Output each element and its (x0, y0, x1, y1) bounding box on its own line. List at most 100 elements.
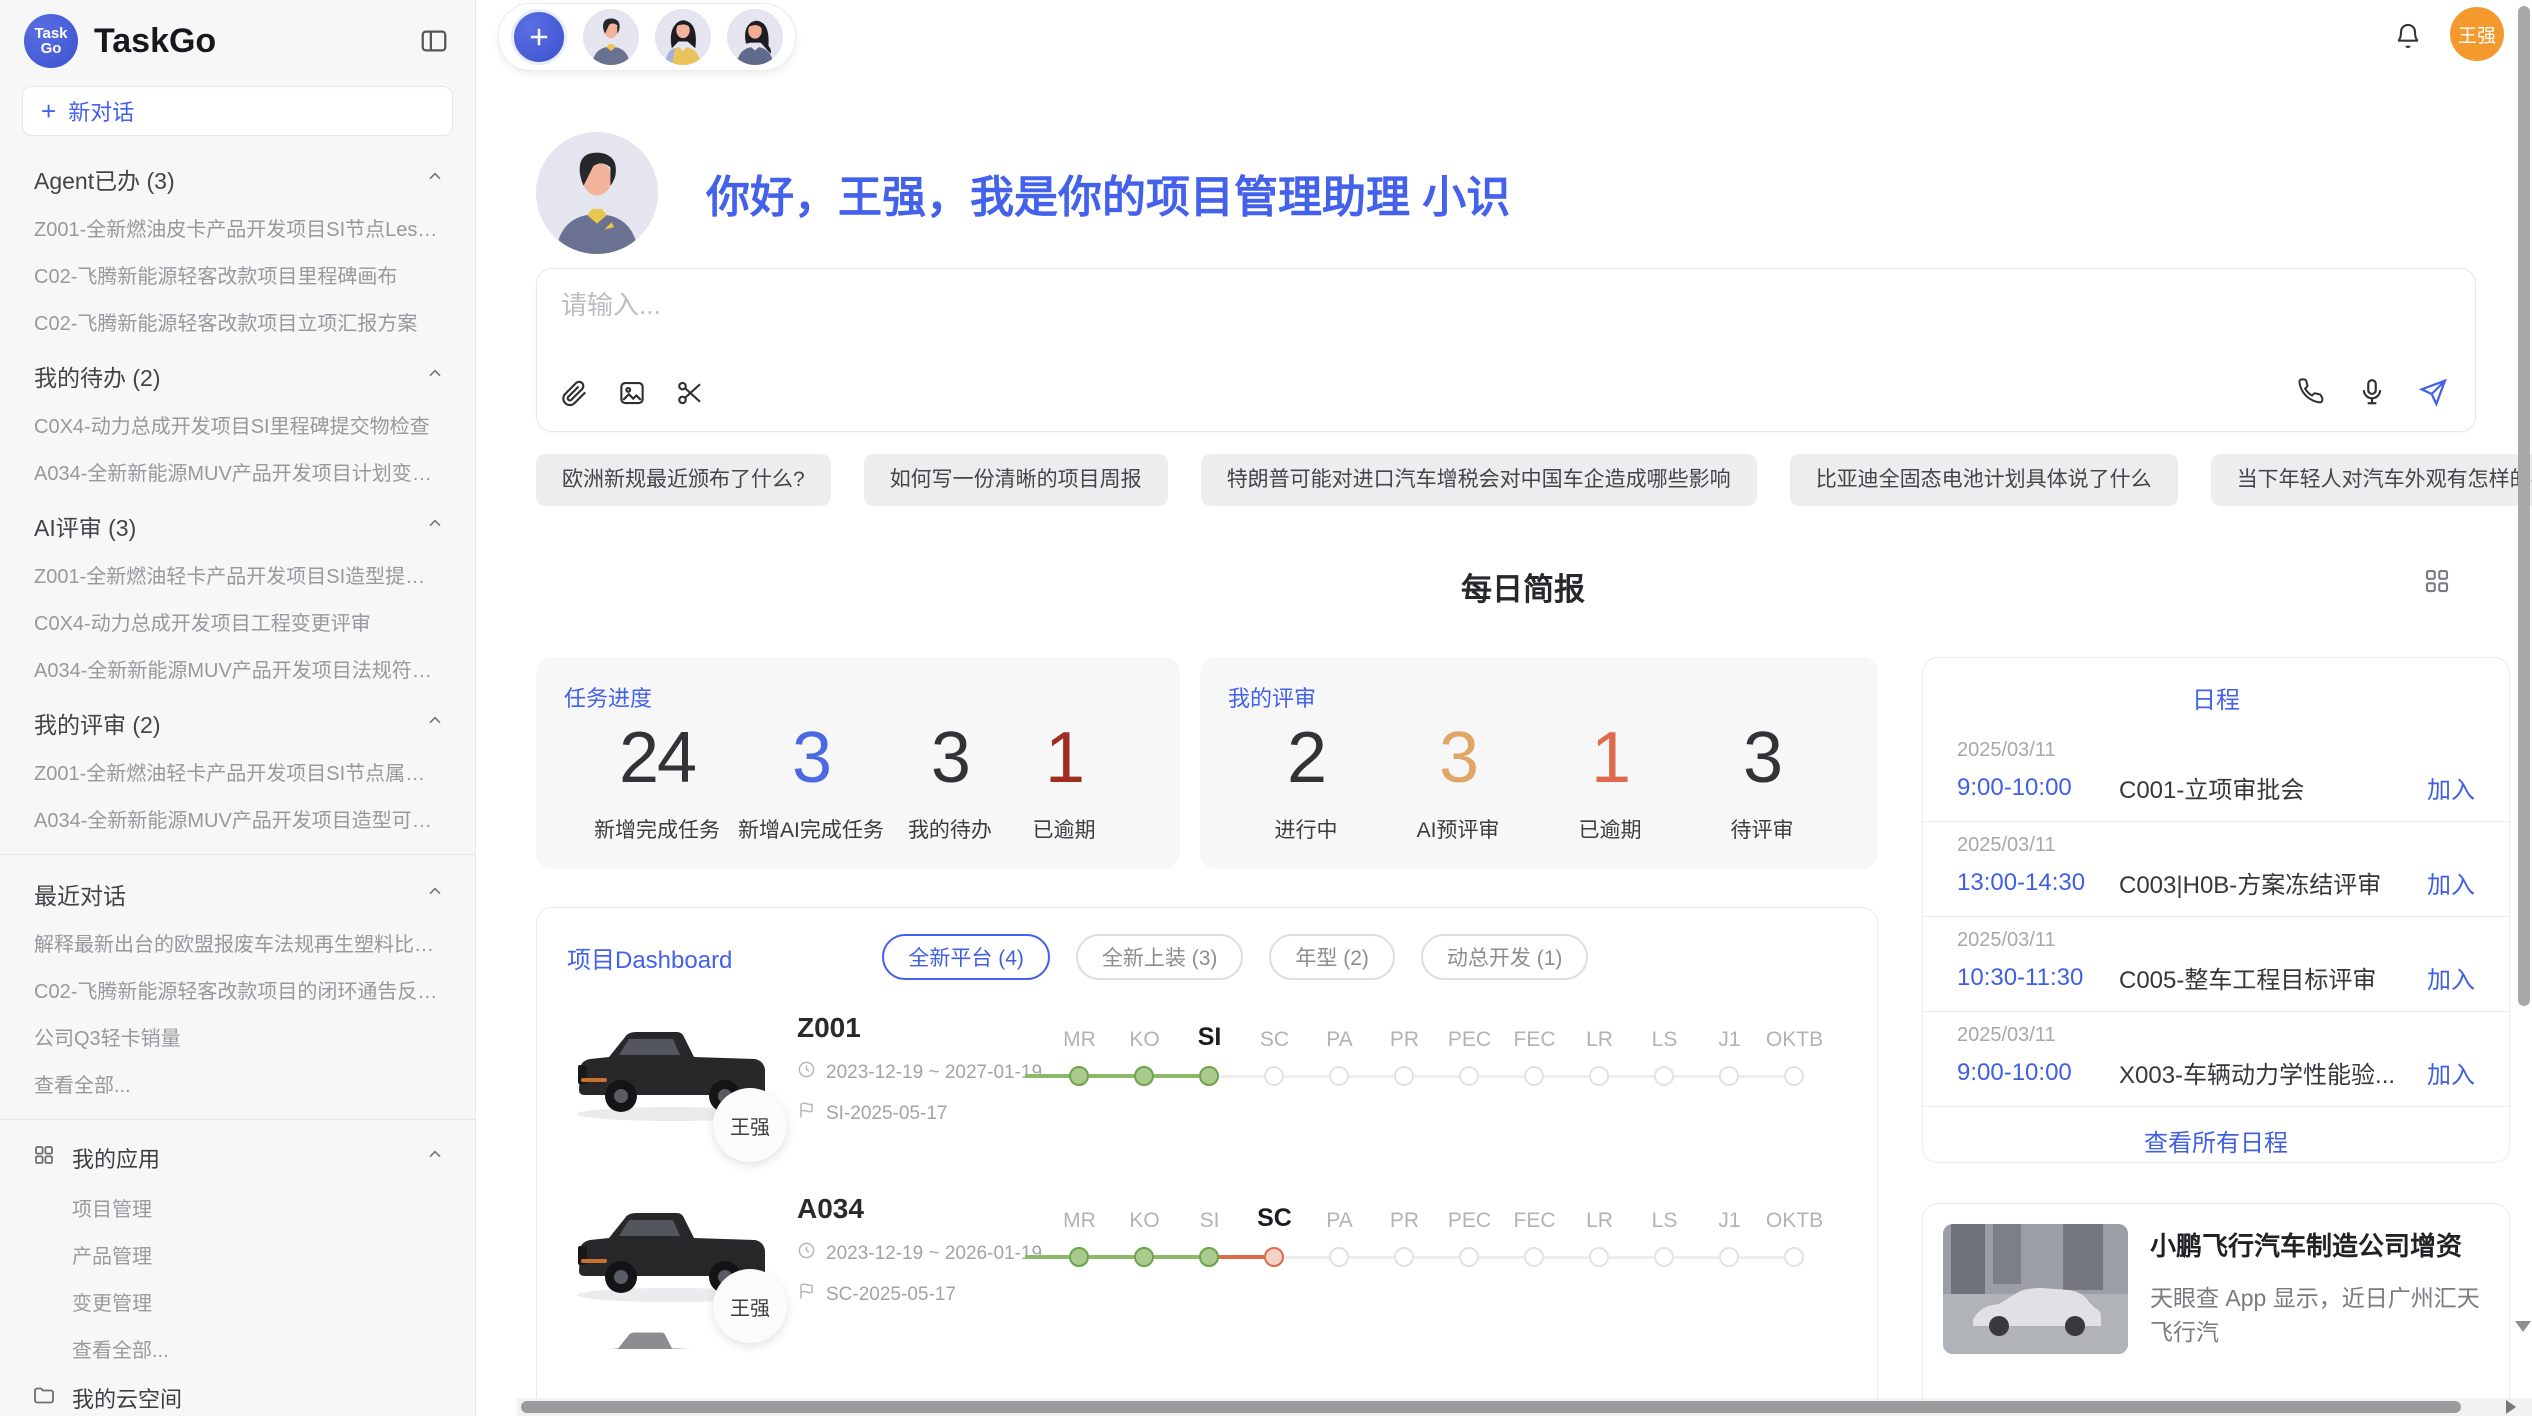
app-root: Task Go TaskGo + 新对话 Agent已办 (3) Z001-全新… (0, 0, 2532, 1416)
conversation-item[interactable]: 公司Q3轻卡销量 (0, 1013, 475, 1060)
stat: 3 新增AI完成任务 (738, 717, 884, 844)
milestone-dot (1199, 1247, 1219, 1267)
join-link[interactable]: 加入 (2413, 865, 2475, 900)
conversation-item[interactable]: A034-全新新能源MUV产品开发项目造型可行性评审 (0, 795, 475, 842)
filter-chip[interactable]: 动总开发 (1) (1421, 934, 1589, 980)
conversation-item[interactable]: 解释最新出台的欧盟报废车法规再生塑料比例被调至15%... (0, 919, 475, 966)
input-tools-left (559, 378, 705, 413)
vertical-scrollbar-thumb[interactable] (2518, 6, 2530, 1006)
folder-icon (32, 1383, 56, 1413)
news-excerpt: 天眼查 App 显示，近日广州汇天飞行汽 (2150, 1281, 2489, 1349)
scissors-icon[interactable] (675, 378, 705, 413)
milestone-dot (1459, 1066, 1479, 1086)
milestone-dot (1654, 1066, 1674, 1086)
scroll-right-arrow[interactable] (2506, 1400, 2516, 1414)
conversation-item[interactable]: C02-飞腾新能源轻客改款项目的闭环通告反馈情况 (0, 966, 475, 1013)
join-link[interactable]: 加入 (2413, 770, 2475, 805)
project-row[interactable]: 王强 A034 2023-12-19 ~ 2026-01-19 (567, 1189, 1847, 1334)
suggestion-chip[interactable]: 欧洲新规最近颁布了什么? (536, 454, 831, 506)
section-header-agent-done[interactable]: Agent已办 (3) (0, 152, 475, 204)
input-tools-right (2297, 376, 2449, 413)
milestone-label: OKTB (1762, 1199, 1827, 1233)
sidebar-item-product-mgmt[interactable]: 产品管理 (0, 1231, 475, 1278)
paperclip-icon[interactable] (559, 378, 589, 413)
milestone-label: MR (1047, 1199, 1112, 1233)
stat-label: 已逾期 (1016, 814, 1112, 844)
filter-chip[interactable]: 全新上装 (3) (1076, 934, 1244, 980)
send-icon[interactable] (2417, 376, 2449, 413)
horizontal-scrollbar-thumb[interactable] (521, 1401, 2461, 1413)
conversation-item[interactable]: A034-全新新能源MUV产品开发项目法规符合性评审 (0, 645, 475, 692)
avatar[interactable] (655, 9, 711, 65)
conversation-item[interactable]: Z001-全新燃油轻卡产品开发项目SI造型提交物评审 (0, 551, 475, 598)
news-title: 小鹏飞行汽车制造公司增资 (2150, 1226, 2489, 1263)
conversation-item[interactable]: C02-飞腾新能源轻客改款项目里程碑画布 (0, 251, 475, 298)
milestone-label: PEC (1437, 1018, 1502, 1052)
member-pill (498, 3, 796, 71)
join-link[interactable]: 加入 (2413, 960, 2475, 995)
suggestion-chip[interactable]: 特朗普可能对进口汽车增税会对中国车企造成哪些影响 (1201, 454, 1757, 506)
phone-icon[interactable] (2297, 377, 2327, 412)
chat-input[interactable] (559, 289, 2163, 322)
milestone-dot (1134, 1247, 1154, 1267)
conversation-item[interactable]: Z001-全新燃油轻卡产品开发项目SI节点属性5D文件评审 (0, 748, 475, 795)
project-row[interactable]: 王强 Z001 2023-12-19 ~ 2027-01-19 (567, 1008, 1847, 1153)
schedule-date: 2025/03/11 (1957, 834, 2475, 857)
suggestion-chip[interactable]: 比亚迪全固态电池计划具体说了什么 (1790, 454, 2178, 506)
milestone-label: LS (1632, 1018, 1697, 1052)
milestone-label: J1 (1697, 1199, 1762, 1233)
layout-grid-icon[interactable] (2422, 566, 2452, 601)
sidebar-item-change-mgmt[interactable]: 变更管理 (0, 1278, 475, 1325)
suggestion-chip[interactable]: 当下年轻人对汽车外观有怎样的喜好趋势 (2211, 454, 2532, 506)
section-title: AI评审 (3) (34, 509, 136, 543)
project-image: 王强 (567, 1008, 797, 1136)
milestone-dot (1654, 1247, 1674, 1267)
left-column: 任务进度 24 新增完成任务 3 新增AI完成任务 (536, 657, 1878, 1416)
project-dates: 2023-12-19 ~ 2026-01-19 (797, 1241, 1047, 1266)
project-code: Z001 (797, 1012, 1047, 1044)
sidebar-item-cloud-space[interactable]: 我的云空间 (0, 1372, 475, 1416)
conversation-item[interactable]: C0X4-动力总成开发项目SI里程碑提交物检查 (0, 401, 475, 448)
avatar[interactable] (583, 9, 639, 65)
avatar[interactable] (727, 9, 783, 65)
filter-chip[interactable]: 年型 (2) (1269, 934, 1395, 980)
mic-icon[interactable] (2357, 377, 2387, 412)
scroll-down-arrow[interactable] (2515, 1321, 2531, 1332)
sidebar-item-my-apps[interactable]: 我的应用 (0, 1132, 475, 1184)
view-all-schedule[interactable]: 查看所有日程 (1923, 1107, 2509, 1163)
section-header-ai-review[interactable]: AI评审 (3) (0, 499, 475, 551)
conversation-item[interactable]: Z001-全新燃油皮卡产品开发项目SI节点Lesson Learn报告 (0, 204, 475, 251)
view-all-conversations[interactable]: 查看全部... (0, 1060, 475, 1107)
flag-icon (797, 1101, 816, 1126)
milestone-dot (1524, 1247, 1544, 1267)
view-all-apps[interactable]: 查看全部... (0, 1325, 475, 1372)
sidebar-item-project-mgmt[interactable]: 项目管理 (0, 1184, 475, 1231)
add-member-button[interactable] (511, 9, 567, 65)
right-column: 日程 2025/03/11 9:00-10:00 C001-立项审批会 加入 2… (1922, 657, 2510, 1416)
project-flag: SI-2025-05-17 (797, 1101, 1047, 1126)
dashboard-filters: 全新平台 (4) 全新上装 (3) 年型 (2) 动总开发 (1) (882, 934, 1588, 980)
schedule-item: 2025/03/11 13:00-14:30 C003|H0B-方案冻结评审 加… (1923, 822, 2509, 917)
join-link[interactable]: 加入 (2413, 1055, 2475, 1090)
conversation-item[interactable]: C02-飞腾新能源轻客改款项目立项汇报方案 (0, 298, 475, 345)
user-avatar[interactable]: 王强 (2450, 7, 2504, 61)
bell-icon[interactable] (2394, 22, 2422, 55)
conversation-item[interactable]: C0X4-动力总成开发项目工程变更评审 (0, 598, 475, 645)
task-progress-card: 任务进度 24 新增完成任务 3 新增AI完成任务 (536, 657, 1180, 869)
section-header-recent[interactable]: 最近对话 (0, 867, 475, 919)
section-header-my-review[interactable]: 我的评审 (2) (0, 696, 475, 748)
horizontal-scrollbar[interactable] (517, 1398, 2532, 1416)
new-chat-button[interactable]: + 新对话 (22, 86, 453, 136)
milestone-dot (1459, 1247, 1479, 1267)
conversation-item[interactable]: A034-全新新能源MUV产品开发项目计划变更表编写 (0, 448, 475, 495)
project-owner-badge: 王强 (713, 1088, 787, 1162)
news-card[interactable]: 小鹏飞行汽车制造公司增资 天眼查 App 显示，近日广州汇天飞行汽 (1922, 1203, 2510, 1416)
section-title: 最近对话 (34, 877, 126, 911)
section-header-my-todo[interactable]: 我的待办 (2) (0, 349, 475, 401)
filter-chip[interactable]: 全新平台 (4) (882, 934, 1050, 980)
milestone-label: MR (1047, 1018, 1112, 1052)
suggestion-chip[interactable]: 如何写一份清晰的项目周报 (864, 454, 1168, 506)
stat: 3 我的待办 (902, 717, 998, 844)
image-icon[interactable] (617, 378, 647, 413)
sidebar-toggle-icon[interactable] (419, 26, 449, 56)
